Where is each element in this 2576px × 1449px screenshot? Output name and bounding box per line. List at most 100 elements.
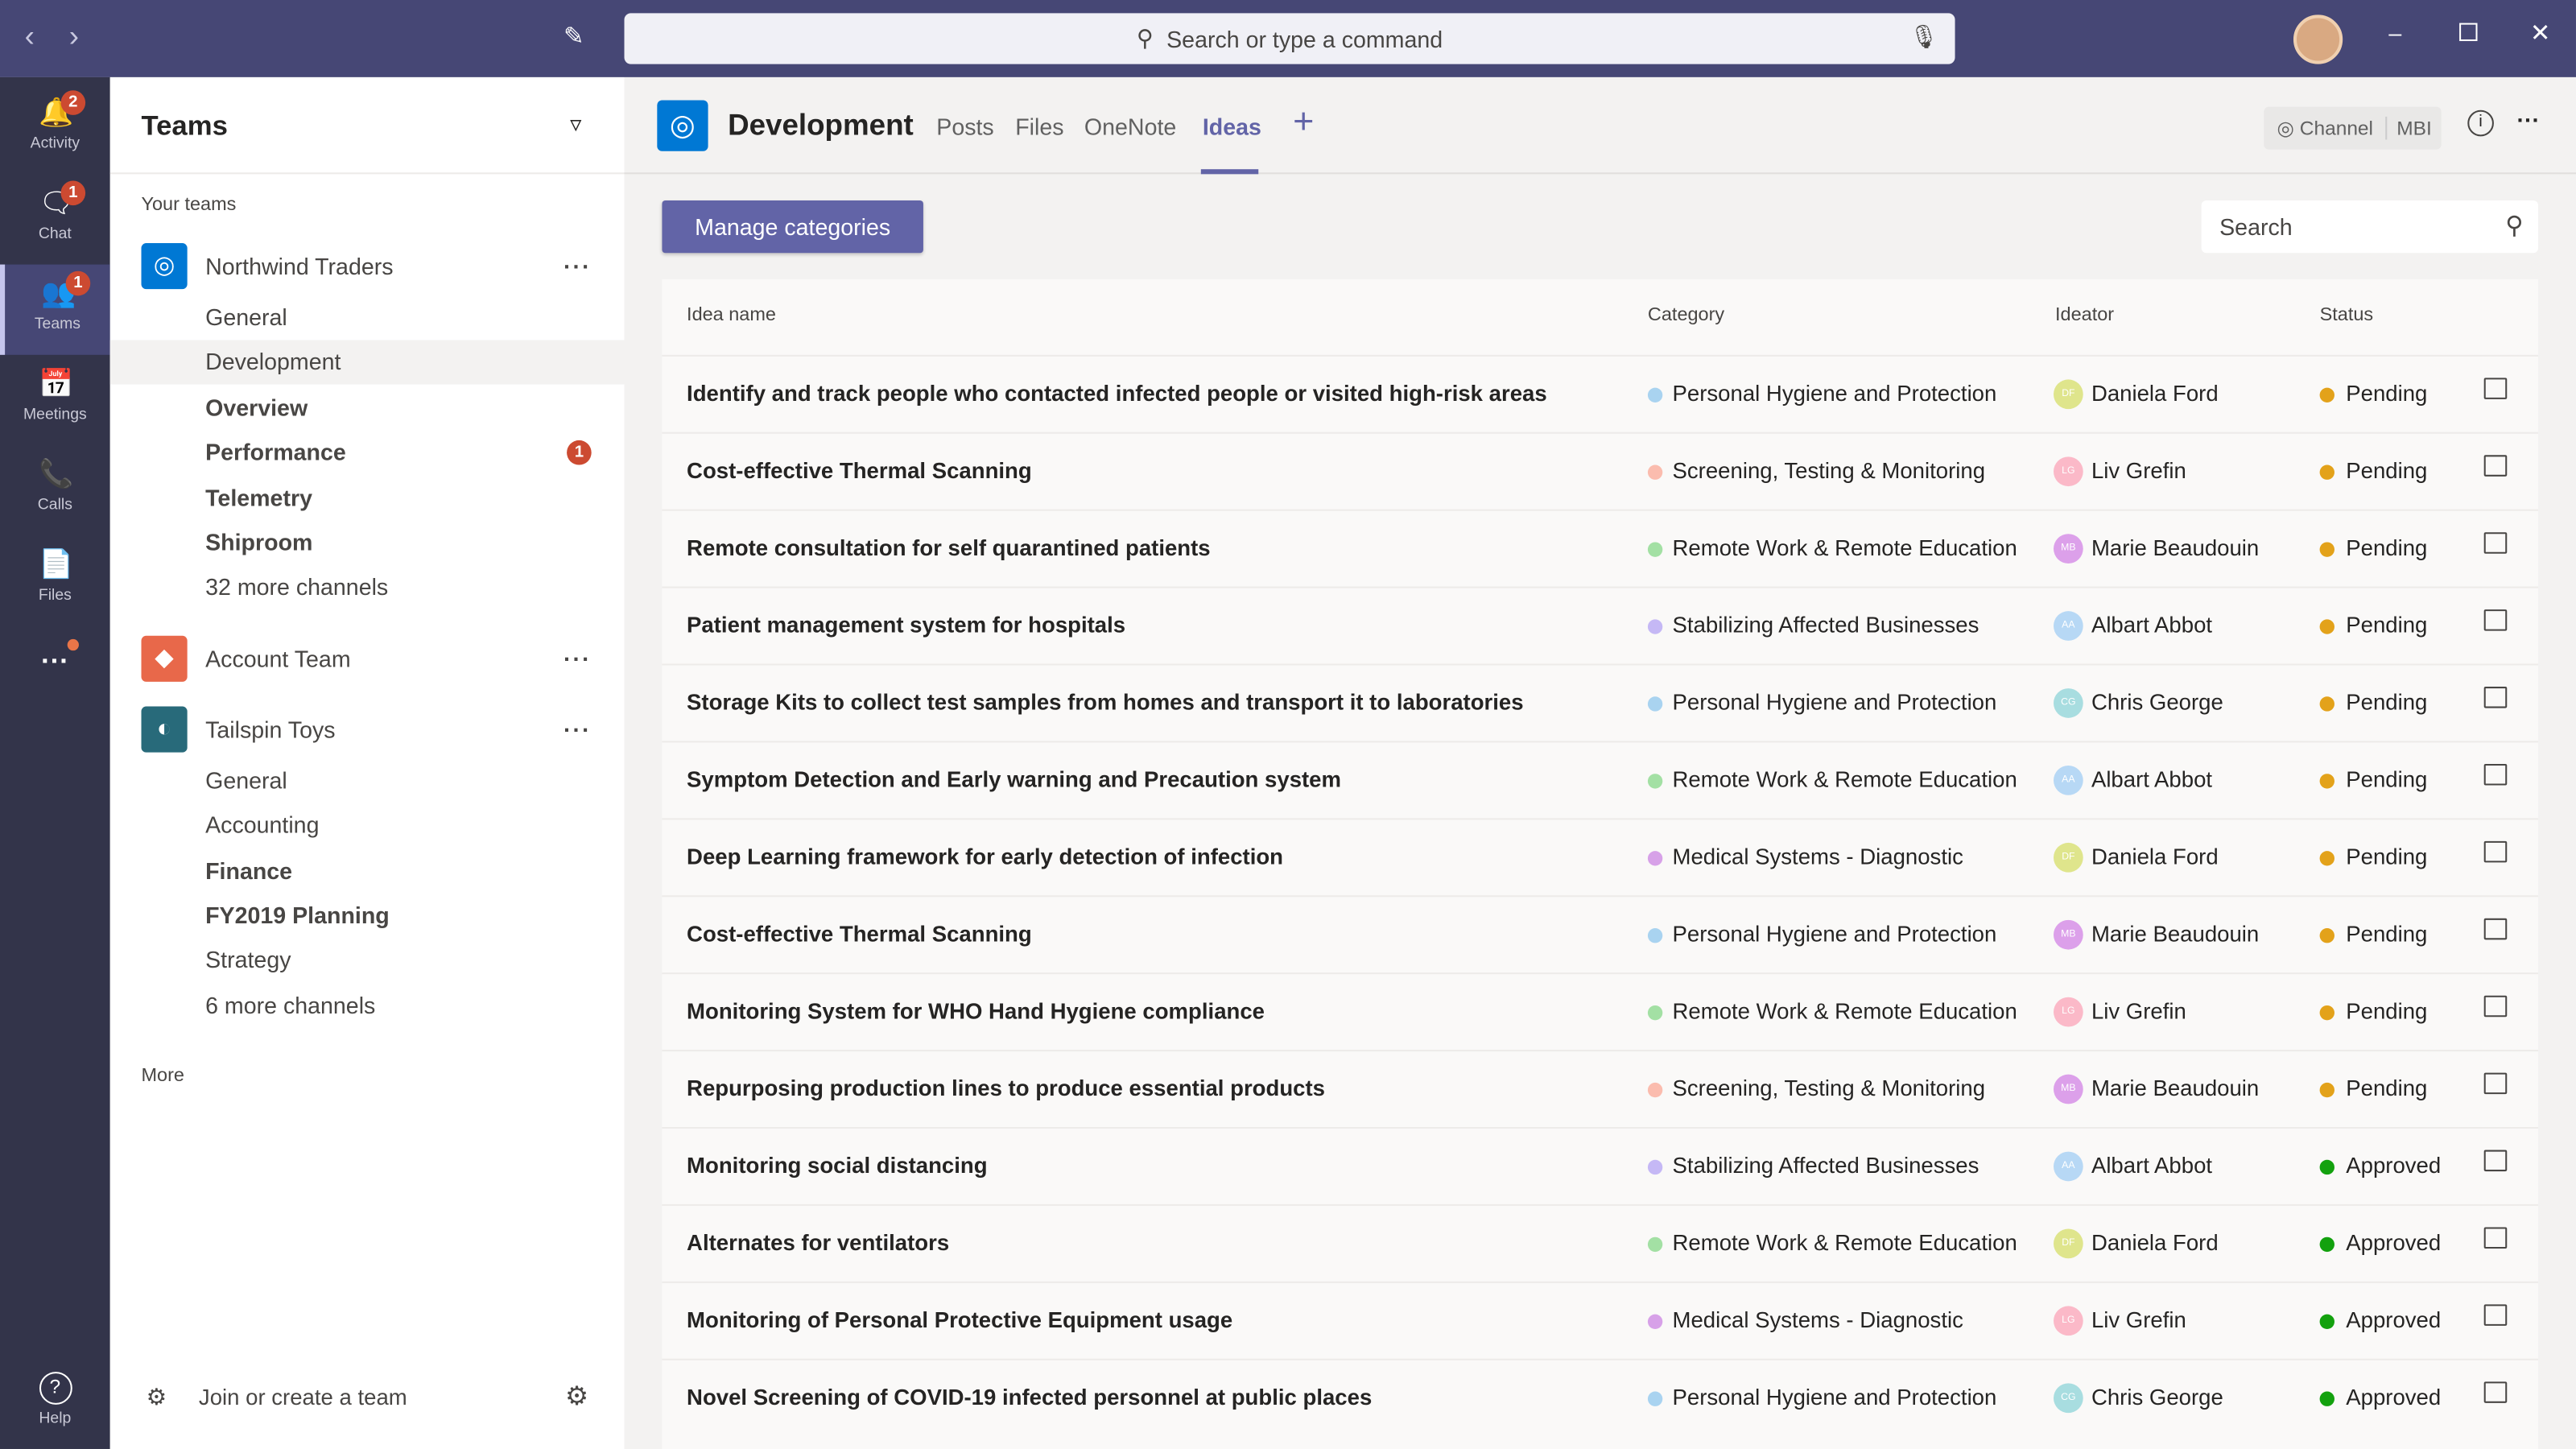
rail-item-activity[interactable]: 🔔 Activity 2 (0, 84, 110, 174)
table-row[interactable]: Deep Learning framework for early detect… (662, 818, 2539, 895)
join-team-icon[interactable]: ⚙ (147, 1383, 167, 1411)
channel-accounting[interactable]: Accounting (110, 803, 625, 848)
table-row[interactable]: Storage Kits to collect test samples fro… (662, 663, 2539, 741)
channel-strategy[interactable]: Strategy (110, 939, 625, 983)
table-row[interactable]: Patient management system for hospitals S… (662, 586, 2539, 664)
team-northwind-traders[interactable]: ◎ Northwind Traders ··· (110, 243, 625, 290)
table-row[interactable]: Monitoring of Personal Protective Equipm… (662, 1281, 2539, 1359)
idea-name[interactable]: Novel Screening of COVID-19 infected per… (687, 1385, 1372, 1410)
channel-fy2019-planning[interactable]: FY2019 Planning (110, 894, 625, 938)
channel-6-more-channels[interactable]: 6 more channels (110, 984, 625, 1028)
team-tailspin-toys[interactable]: ◐ Tailspin Toys ··· (110, 706, 625, 753)
idea-name[interactable]: Cost-effective Thermal Scanning (687, 458, 1032, 483)
rail-item-calls[interactable]: 📞 Calls (0, 445, 110, 535)
channel-telemetry[interactable]: Telemetry (110, 476, 625, 520)
more-options-icon[interactable]: ··· (2517, 107, 2541, 134)
comment-icon[interactable] (2483, 455, 2508, 477)
channel-development[interactable]: Development (109, 341, 625, 386)
channel-general[interactable]: General (110, 295, 625, 340)
channel-general[interactable]: General (110, 758, 625, 803)
table-row[interactable]: Symptom Detection and Early warning and … (662, 741, 2539, 818)
table-row[interactable]: Alternates for ventilators Remote Work & … (662, 1203, 2539, 1282)
comment-icon[interactable] (2483, 532, 2508, 554)
join-create-team[interactable]: Join or create a team (199, 1385, 407, 1410)
table-row[interactable]: Novel Screening of COVID-19 infected per… (662, 1358, 2539, 1436)
idea-name[interactable]: Alternates for ventilators (687, 1231, 949, 1256)
team-more-options-icon[interactable]: ··· (564, 635, 592, 681)
table-row[interactable]: Monitoring social distancing Stabilizing … (662, 1126, 2539, 1204)
microphone-icon[interactable]: 🎙 (1909, 23, 1938, 52)
comment-icon[interactable] (2483, 609, 2508, 631)
back-icon[interactable]: ‹ (25, 19, 35, 54)
more-label[interactable]: More (142, 1066, 184, 1085)
idea-name[interactable]: Repurposing production lines to produce … (687, 1076, 1325, 1101)
channel-info-pill[interactable]: ◎ Channel MBI (2264, 106, 2442, 150)
search-icon[interactable]: ⚲ (2505, 200, 2523, 253)
comment-icon[interactable] (2483, 1150, 2508, 1172)
idea-name[interactable]: Storage Kits to collect test samples fro… (687, 690, 1524, 715)
table-row[interactable]: Cost-effective Thermal Scanning Screening… (662, 431, 2539, 510)
filter-icon[interactable]: ▿ (570, 110, 581, 138)
tab-ideas[interactable]: Ideas (1203, 114, 1261, 140)
table-row[interactable]: Remote consultation for self quarantined… (662, 509, 2539, 587)
table-row[interactable]: Monitoring System for WHO Hand Hygiene c… (662, 972, 2539, 1050)
close-icon[interactable]: ✕ (2530, 18, 2551, 47)
channel-shiproom[interactable]: Shiproom (110, 521, 625, 565)
command-search-input[interactable]: ⚲ Search or type a command 🎙 (624, 13, 1955, 64)
comment-icon[interactable] (2483, 918, 2508, 940)
comment-icon[interactable] (2483, 378, 2508, 399)
header-ideator[interactable]: Ideator (2055, 306, 2114, 325)
comment-icon[interactable] (2483, 840, 2508, 863)
comment-icon[interactable] (2483, 1072, 2508, 1095)
tab-posts[interactable]: Posts (936, 114, 993, 140)
comment-icon[interactable] (2483, 1381, 2508, 1403)
team-more-options-icon[interactable]: ··· (564, 706, 592, 752)
info-icon[interactable]: i (2467, 109, 2494, 137)
idea-name[interactable]: Symptom Detection and Early warning and … (687, 767, 1341, 792)
ideas-search-input[interactable]: Search ⚲ (2201, 200, 2539, 254)
notification-badge: 1 (65, 270, 91, 296)
header-status[interactable]: Status (2320, 306, 2374, 325)
idea-name[interactable]: Monitoring of Personal Protective Equipm… (687, 1307, 1232, 1332)
maximize-icon[interactable] (2459, 23, 2478, 42)
more-apps-button[interactable]: ··· (0, 633, 110, 723)
channel-overview[interactable]: Overview (110, 386, 625, 430)
manage-categories-button[interactable]: Manage categories (662, 200, 923, 254)
idea-name[interactable]: Patient management system for hospitals (687, 613, 1125, 638)
team-more-options-icon[interactable]: ··· (564, 243, 592, 289)
avatar[interactable] (2293, 14, 2343, 64)
idea-name[interactable]: Monitoring System for WHO Hand Hygiene c… (687, 999, 1265, 1024)
channel-32-more-channels[interactable]: 32 more channels (110, 566, 625, 610)
table-row[interactable]: Identify and track people who contacted … (662, 354, 2539, 432)
settings-icon[interactable]: ⚙ (565, 1380, 588, 1413)
comment-icon[interactable] (2483, 687, 2508, 708)
tab-files[interactable]: Files (1015, 114, 1063, 140)
idea-name[interactable]: Remote consultation for self quarantined… (687, 535, 1211, 560)
compose-icon[interactable]: ✎ (564, 22, 584, 52)
header-idea-name[interactable]: Idea name (687, 306, 776, 325)
rail-item-meetings[interactable]: 📅 Meetings (0, 355, 110, 445)
table-row[interactable]: Cost-effective Thermal Scanning Personal … (662, 895, 2539, 972)
comment-icon[interactable] (2483, 763, 2508, 786)
rail-item-teams[interactable]: 👥 Teams 1 (0, 264, 110, 355)
idea-name[interactable]: Identify and track people who contacted … (687, 381, 1547, 406)
comment-icon[interactable] (2483, 1227, 2508, 1249)
tab-onenote[interactable]: OneNote (1084, 114, 1176, 140)
rail-item-files[interactable]: 📄 Files (0, 535, 110, 625)
comment-icon[interactable] (2483, 995, 2508, 1018)
idea-name[interactable]: Deep Learning framework for early detect… (687, 844, 1283, 869)
channel-finance[interactable]: Finance (110, 848, 625, 893)
comment-icon[interactable] (2483, 1304, 2508, 1326)
rail-item-help[interactable]: ? Help (0, 1359, 110, 1449)
idea-name[interactable]: Monitoring social distancing (687, 1154, 987, 1179)
add-tab-icon[interactable]: + (1293, 100, 1314, 142)
minimize-icon[interactable]: – (2388, 19, 2401, 46)
channel-performance[interactable]: Performance 1 (110, 431, 625, 475)
table-row[interactable]: Repurposing production lines to produce … (662, 1050, 2539, 1127)
header-category[interactable]: Category (1648, 306, 1724, 325)
idea-name[interactable]: Cost-effective Thermal Scanning (687, 922, 1032, 947)
forward-icon[interactable]: › (69, 19, 79, 54)
title-bar: ‹ › ✎ ⚲ Search or type a command 🎙 – ✕ (0, 0, 2576, 77)
rail-item-chat[interactable]: 🗨 Chat 1 (0, 174, 110, 264)
team-account-team[interactable]: ◆ Account Team ··· (110, 635, 625, 682)
